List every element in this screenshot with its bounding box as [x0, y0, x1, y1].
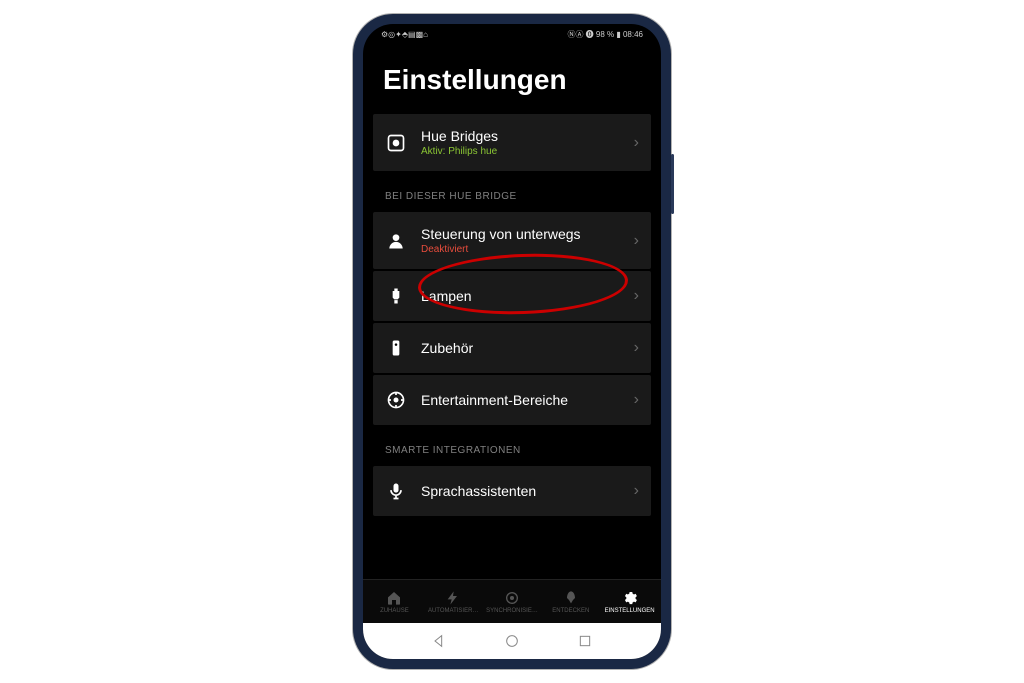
item-text: Steuerung von unterwegs Deaktiviert [421, 226, 620, 255]
item-text: Hue Bridges Aktiv: Philips hue [421, 128, 620, 157]
nav-label: EINSTELLUNGEN [605, 608, 655, 614]
gear-icon [622, 590, 638, 606]
nav-label: AUTOMATISIER… [428, 608, 478, 614]
nav-settings[interactable]: EINSTELLUNGEN [600, 590, 659, 614]
android-recent-button[interactable] [576, 632, 594, 650]
nav-automation[interactable]: AUTOMATISIER… [424, 590, 483, 614]
chevron-right-icon: › [634, 287, 639, 305]
entertainment-item[interactable]: Entertainment-Bereiche › [373, 375, 651, 425]
nav-label: ZUHAUSE [380, 608, 409, 614]
sync-icon [504, 590, 520, 606]
status-icons-left: ⚙◎✦⬘▤▩⌂ [381, 30, 428, 39]
android-home-button[interactable] [503, 632, 521, 650]
item-label: Steuerung von unterwegs [421, 226, 620, 242]
nav-label: SYNCHRONISIE… [486, 608, 538, 614]
bottom-nav: ZUHAUSE AUTOMATISIER… SYNCHRONISIE… ENTD… [363, 579, 661, 623]
microphone-icon [385, 480, 407, 502]
lights-item[interactable]: Lampen › [373, 271, 651, 321]
bridge-icon [385, 132, 407, 154]
nav-home[interactable]: ZUHAUSE [365, 590, 424, 614]
home-icon [386, 590, 402, 606]
item-label: Lampen [421, 288, 620, 304]
screen: ⚙◎✦⬘▤▩⌂ ⓃⒶ ⓿ 98 % ▮ 08:46 Einstellungen … [363, 24, 661, 659]
android-back-button[interactable] [430, 632, 448, 650]
status-text-right: ⓃⒶ ⓿ 98 % ▮ 08:46 [567, 29, 643, 40]
android-nav-bar [363, 623, 661, 659]
entertainment-icon [385, 389, 407, 411]
nav-sync[interactable]: SYNCHRONISIE… [483, 590, 542, 614]
status-right: ⓃⒶ ⓿ 98 % ▮ 08:46 [567, 29, 643, 40]
bulb-icon [385, 285, 407, 307]
voice-assistants-item[interactable]: Sprachassistenten › [373, 466, 651, 516]
accessories-item[interactable]: Zubehör › [373, 323, 651, 373]
phone-mockup: ⚙◎✦⬘▤▩⌂ ⓃⒶ ⓿ 98 % ▮ 08:46 Einstellungen … [353, 14, 671, 669]
item-sublabel: Deaktiviert [421, 244, 620, 255]
person-icon [385, 230, 407, 252]
bolt-icon [445, 590, 461, 606]
status-bar: ⚙◎✦⬘▤▩⌂ ⓃⒶ ⓿ 98 % ▮ 08:46 [363, 24, 661, 44]
rocket-icon [563, 590, 579, 606]
section-header-integrations: SMARTE INTEGRATIONEN [363, 427, 661, 466]
chevron-right-icon: › [634, 391, 639, 409]
chevron-right-icon: › [634, 482, 639, 500]
item-label: Sprachassistenten [421, 483, 620, 499]
phone-side-button [671, 154, 674, 214]
remote-control-item[interactable]: Steuerung von unterwegs Deaktiviert › [373, 212, 651, 269]
section-header-bridge: BEI DIESER HUE BRIDGE [363, 173, 661, 212]
chevron-right-icon: › [634, 232, 639, 250]
nav-discover[interactable]: ENTDECKEN [541, 590, 600, 614]
chevron-right-icon: › [634, 134, 639, 152]
item-label: Entertainment-Bereiche [421, 392, 620, 408]
item-text: Zubehör [421, 340, 620, 356]
item-sublabel: Aktiv: Philips hue [421, 146, 620, 157]
item-text: Lampen [421, 288, 620, 304]
item-label: Zubehör [421, 340, 620, 356]
hue-bridges-item[interactable]: Hue Bridges Aktiv: Philips hue › [373, 114, 651, 171]
status-left: ⚙◎✦⬘▤▩⌂ [381, 30, 428, 39]
item-text: Entertainment-Bereiche [421, 392, 620, 408]
chevron-right-icon: › [634, 339, 639, 357]
page-title: Einstellungen [363, 44, 661, 114]
settings-content: Einstellungen Hue Bridges Aktiv: Philips… [363, 44, 661, 579]
nav-label: ENTDECKEN [552, 608, 589, 614]
item-text: Sprachassistenten [421, 483, 620, 499]
remote-icon [385, 337, 407, 359]
item-label: Hue Bridges [421, 128, 620, 144]
